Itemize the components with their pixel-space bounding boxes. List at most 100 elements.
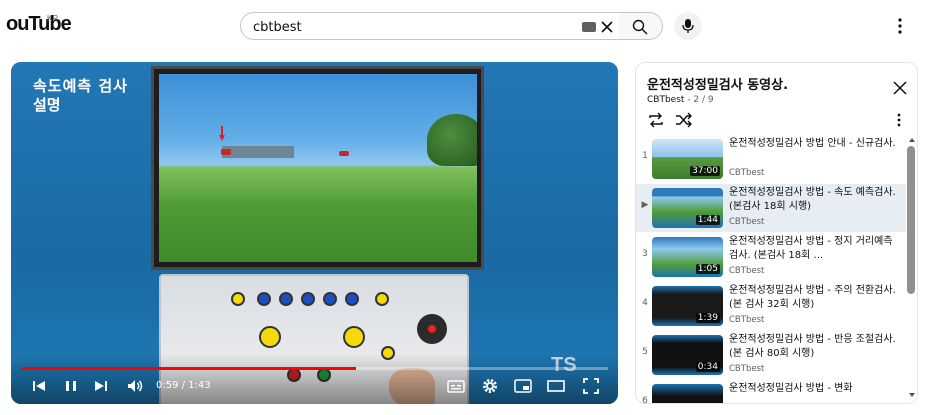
dial-knob xyxy=(417,314,447,344)
test-screen xyxy=(159,74,477,262)
logo-region-code: KR xyxy=(47,14,59,23)
playlist-item-title[interactable]: 운전적성정밀검사 방법 - 반응 조절검사. (본 검사 80회 시행) xyxy=(729,333,899,361)
down-arrow-icon xyxy=(219,126,225,141)
volume-button[interactable] xyxy=(125,376,145,396)
playlist-item-channel: CBTbest xyxy=(729,315,765,325)
playlist-item-title[interactable]: 운전적성정밀검사 방법 - 정지 거리예측검사. (본검사 18회 ... xyxy=(729,235,899,263)
settings-button[interactable] xyxy=(480,376,500,396)
theater-icon xyxy=(547,380,565,392)
playlist-channel[interactable]: CBTbest xyxy=(647,95,684,105)
duration-badge: 1:39 xyxy=(695,313,720,323)
playlist-item-channel: CBTbest xyxy=(729,217,765,227)
panel-button xyxy=(231,292,245,306)
fullscreen-icon xyxy=(583,378,599,394)
scroll-down-arrow-icon[interactable] xyxy=(909,393,915,397)
car-icon xyxy=(339,151,349,156)
progress-bar-fill xyxy=(21,367,356,370)
playlist-item-index: 1 xyxy=(642,151,648,161)
miniplayer-button[interactable] xyxy=(513,376,533,396)
fullscreen-button[interactable] xyxy=(581,376,601,396)
playlist-item-thumbnail[interactable]: 1:05 xyxy=(652,237,723,277)
prev-icon xyxy=(33,381,45,391)
shuffle-icon[interactable] xyxy=(675,112,693,128)
playlist-scrollbar[interactable] xyxy=(907,146,915,294)
masthead: ouTube KR xyxy=(0,0,930,52)
playlist-item-index: 3 xyxy=(642,249,648,259)
miniplayer-icon xyxy=(514,379,532,393)
search-icon xyxy=(632,19,648,35)
playlist-item-channel: CBTbest xyxy=(729,266,765,276)
playlist-item[interactable]: 1 37:00 운전적성정밀검사 방법 안내 - 신규검사. CBTbest xyxy=(636,135,906,183)
playlist-item-thumbnail[interactable]: 1:39 xyxy=(652,286,723,326)
playlist-item-title[interactable]: 운전적성정밀검사 방법 안내 - 신규검사. xyxy=(729,137,899,151)
panel-button xyxy=(323,292,337,306)
playlist-item[interactable]: 3 1:05 운전적성정밀검사 방법 - 정지 거리예측검사. (본검사 18회 .… xyxy=(636,233,906,281)
playlist-item-channel: CBTbest xyxy=(729,364,765,374)
time-current: 0:59 xyxy=(156,380,179,391)
playlist-item[interactable]: 6 운전적성정밀검사 방법 - 변화 xyxy=(636,380,906,404)
youtube-logo[interactable]: ouTube xyxy=(6,13,72,36)
theater-mode-button[interactable] xyxy=(546,376,566,396)
loop-icon[interactable] xyxy=(647,112,665,128)
duration-badge: 1:44 xyxy=(695,215,720,225)
playlist-item-channel: CBTbest xyxy=(729,168,765,178)
playlist-title[interactable]: 운전적성정밀검사 동영상. xyxy=(647,74,887,93)
volume-icon xyxy=(128,380,143,392)
panel-button xyxy=(259,326,281,348)
car-icon xyxy=(221,149,231,155)
time-total: 1:43 xyxy=(188,380,211,391)
playlist-panel: 운전적성정밀검사 동영상. CBTbest - 2 / 9 1 37:00 운전적성… xyxy=(635,62,918,404)
video-overlay-title: 속도예측 검사 xyxy=(33,77,129,95)
playlist-item-thumbnail[interactable] xyxy=(652,384,723,403)
playlist-position: - 2 / 9 xyxy=(684,95,714,105)
search-box[interactable] xyxy=(240,12,620,40)
clear-icon[interactable] xyxy=(598,18,616,36)
video-player[interactable]: 속도예측 검사 설명 TS xyxy=(11,62,618,404)
search-input[interactable] xyxy=(253,17,573,37)
duration-badge: 37:00 xyxy=(690,166,720,176)
playlist-item-thumbnail[interactable]: 1:44 xyxy=(652,188,723,228)
next-button[interactable] xyxy=(91,376,111,396)
progress-bar[interactable] xyxy=(21,367,608,370)
playlist-item-thumbnail[interactable]: 0:34 xyxy=(652,335,723,375)
keyboard-icon[interactable] xyxy=(582,22,596,32)
captions-button[interactable] xyxy=(446,376,466,396)
trees-image xyxy=(427,114,477,166)
pause-button[interactable] xyxy=(61,376,81,396)
playlist-item-thumbnail[interactable]: 37:00 xyxy=(652,139,723,179)
playlist-item[interactable]: ▶ 1:44 운전적성정밀검사 방법 - 속도 예측검사. (본검사 18회 시행)… xyxy=(636,184,906,232)
playlist-item-index: 4 xyxy=(642,298,648,308)
close-icon[interactable] xyxy=(893,81,907,95)
playlist-item-index: 6 xyxy=(642,396,648,404)
panel-button xyxy=(257,292,271,306)
previous-button[interactable] xyxy=(29,376,49,396)
video-overlay-subtitle: 설명 xyxy=(33,96,61,114)
next-icon xyxy=(95,381,107,391)
playlist-item-title[interactable]: 운전적성정밀검사 방법 - 변화 xyxy=(729,382,899,396)
playlist-item[interactable]: 4 1:39 운전적성정밀검사 방법 - 주의 전환검사. (본 검사 32회 시행… xyxy=(636,282,906,330)
search-button[interactable] xyxy=(619,12,663,40)
time-display: 0:59 / 1:43 xyxy=(156,380,211,391)
playlist-item[interactable]: 5 0:34 운전적성정밀검사 방법 - 반응 조절검사. (본 검사 80회 시행… xyxy=(636,331,906,379)
playlist-item-title[interactable]: 운전적성정밀검사 방법 - 속도 예측검사. (본검사 18회 시행) xyxy=(729,186,899,214)
test-screen-frame xyxy=(151,66,484,270)
duration-badge: 0:34 xyxy=(695,362,720,372)
scroll-up-arrow-icon[interactable] xyxy=(909,138,915,142)
panel-button xyxy=(279,292,293,306)
playlist-item-index: 5 xyxy=(642,347,648,357)
more-vert-icon[interactable] xyxy=(891,16,909,36)
playlist-item-title[interactable]: 운전적성정밀검사 방법 - 주의 전환검사. (본 검사 32회 시행) xyxy=(729,284,899,312)
panel-button xyxy=(375,292,389,306)
settings-icon xyxy=(483,379,497,393)
duration-badge: 1:05 xyxy=(695,264,720,274)
panel-button xyxy=(301,292,315,306)
voice-search-button[interactable] xyxy=(674,12,702,40)
captions-icon xyxy=(447,380,465,393)
more-vert-icon[interactable] xyxy=(893,112,905,128)
playlist-items: 1 37:00 운전적성정밀검사 방법 안내 - 신규검사. CBTbest ▶ 1:44… xyxy=(636,135,906,404)
pause-icon xyxy=(66,381,76,391)
panel-button xyxy=(345,292,359,306)
mic-icon xyxy=(682,19,694,33)
panel-button xyxy=(343,326,365,348)
now-playing-indicator: ▶ xyxy=(641,200,649,210)
